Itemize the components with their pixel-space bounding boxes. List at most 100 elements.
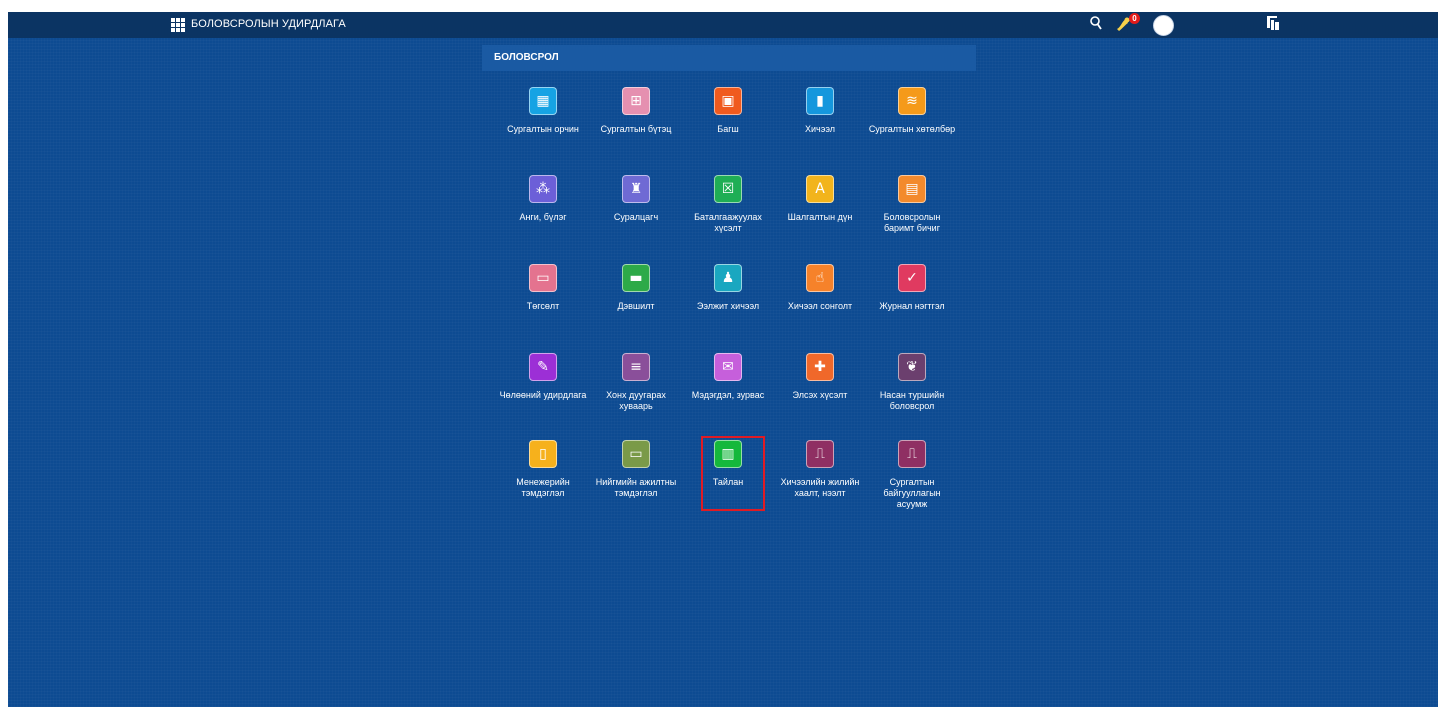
module-tile[interactable]: ▯ Менежерийн тэмдэглэл [497, 440, 589, 499]
icon-glyph: ▬ [629, 270, 643, 286]
org-chart-icon: ⊞ [622, 87, 650, 115]
module-tile-label: Хонх дуугарах хуваарь [606, 390, 666, 411]
module-tile[interactable]: ▣ Багш [682, 87, 774, 135]
icon-glyph: ⎍ [815, 446, 825, 462]
module-tile[interactable]: ≡ Хонх дуугарах хуваарь [590, 353, 682, 412]
module-tile[interactable]: ✎ Чөлөөний удирдлага [497, 353, 589, 401]
icon-glyph: ▯ [539, 446, 547, 462]
graduation-board-icon: ▭ [529, 264, 557, 292]
module-tile-label: Сургалтын байгууллагын асуумж [883, 477, 941, 509]
manager-note-icon: ▯ [529, 440, 557, 468]
icon-glyph: ✓ [906, 270, 918, 286]
section-header: БОЛОВСРОЛ [482, 45, 976, 71]
module-tile-label: Нийгмийн ажилтны тэмдэглэл [595, 477, 677, 498]
module-tile[interactable]: ≋ Сургалтын хөтөлбөр [866, 87, 958, 135]
module-tile[interactable]: ⎍ Сургалтын байгууллагын асуумж [866, 440, 958, 510]
module-tile-label: Багш [717, 124, 739, 134]
module-tile-label: Хичээл [805, 124, 835, 134]
module-tile-label: Баталгаажуулах хүсэлт [694, 212, 762, 233]
module-tile[interactable]: ✉ Мэдэгдэл, зурвас [682, 353, 774, 401]
enrollment-icon: ✚ [806, 353, 834, 381]
approval-icon: ☒ [714, 175, 742, 203]
module-tile-label: Сургалтын орчин [507, 124, 579, 134]
module-tile-label: Чөлөөний удирдлага [499, 390, 587, 400]
book-icon: ▮ [806, 87, 834, 115]
icon-glyph: A [815, 181, 825, 197]
selection-hand-icon: ☝ [806, 264, 834, 292]
module-tile[interactable]: ☒ Баталгаажуулах хүсэлт [682, 175, 774, 234]
door-exit-icon: ⎍ [806, 440, 834, 468]
module-tile[interactable]: ▬ Дэвшилт [590, 264, 682, 312]
icon-glyph: ✚ [814, 359, 826, 375]
module-tile[interactable]: ☝ Хичээл сонголт [774, 264, 866, 312]
icon-glyph: ✎ [537, 359, 549, 375]
module-tile-label: Элсэх хүсэлт [792, 390, 848, 400]
module-tile-label: Төгсөлт [526, 301, 560, 311]
icon-glyph: ▮ [816, 93, 824, 109]
promotion-board-icon: ▬ [622, 264, 650, 292]
reading-student-icon: ♟ [714, 264, 742, 292]
icon-glyph: ▭ [536, 270, 550, 286]
module-tile[interactable]: ▭ Нийгмийн ажилтны тэмдэглэл [590, 440, 682, 499]
module-tile[interactable]: ▦ Сургалтын орчин [497, 87, 589, 135]
module-tile-label: Хичээл сонголт [787, 301, 853, 311]
document-icon: ▤ [898, 175, 926, 203]
module-tile-label: Журнал нэгтгэл [879, 301, 945, 311]
section-title: БОЛОВСРОЛ [494, 52, 559, 63]
message-icon: ✉ [714, 353, 742, 381]
journal-check-icon: ✓ [898, 264, 926, 292]
social-worker-note-icon: ▭ [622, 440, 650, 468]
module-tile-label: Боловсролын баримт бичиг [883, 212, 941, 233]
app-frame: БОЛОВСРОЛЫН УДИРДЛАГА 0 БОЛОВСРОЛ ▦ Сург… [8, 12, 1438, 707]
module-tile[interactable]: ✚ Элсэх хүсэлт [774, 353, 866, 401]
module-tile[interactable]: ▤ Боловсролын баримт бичиг [866, 175, 958, 234]
module-tile[interactable]: ▮ Хичээл [774, 87, 866, 135]
avatar[interactable] [1153, 15, 1174, 36]
leave-edit-icon: ✎ [529, 353, 557, 381]
door-exit-icon: ⎍ [898, 440, 926, 468]
app-title: БОЛОВСРОЛЫН УДИРДЛАГА [191, 18, 346, 30]
notification-badge: 0 [1129, 13, 1140, 24]
module-tile[interactable]: ♜ Суралцагч [590, 175, 682, 223]
books-stack-icon: ≋ [898, 87, 926, 115]
module-tile-label: Дэвшилт [617, 301, 655, 311]
class-group-icon: ⁂ [529, 175, 557, 203]
module-tile-label: Насан туршийн боловсрол [879, 390, 945, 411]
module-tile-label: Сургалтын бүтэц [600, 124, 672, 134]
top-bar: БОЛОВСРОЛЫН УДИРДЛАГА 0 [8, 12, 1438, 38]
module-tile[interactable]: ⁂ Анги, бүлэг [497, 175, 589, 223]
module-tile[interactable]: ❦ Насан туршийн боловсрол [866, 353, 958, 412]
icon-glyph: ▦ [536, 93, 550, 109]
icon-glyph: ☒ [721, 181, 735, 197]
module-tile-label: Анги, бүлэг [519, 212, 567, 222]
module-tile[interactable]: ⎍ Хичээлийн жилийн хаалт, нээлт [774, 440, 866, 499]
icon-glyph: ⊞ [630, 93, 642, 109]
icon-glyph: ▤ [905, 181, 919, 197]
icon-glyph: ⁂ [536, 181, 550, 197]
module-tile-label: Мэдэгдэл, зурвас [691, 390, 765, 400]
icon-glyph: ❦ [906, 359, 918, 375]
icon-glyph: ▣ [721, 93, 735, 109]
icon-glyph: ⎍ [907, 446, 917, 462]
bell-schedule-icon: ≡ [622, 353, 650, 381]
module-tile[interactable]: ♟ Ээлжит хичээл [682, 264, 774, 312]
icon-glyph: ☝ [815, 270, 825, 286]
icon-glyph: ▭ [629, 446, 643, 462]
module-tile-label: Ээлжит хичээл [696, 301, 760, 311]
search-icon[interactable] [1089, 15, 1103, 38]
module-tile-label: Суралцагч [613, 212, 659, 222]
exam-grade-icon: A [806, 175, 834, 203]
module-tile-label: Менежерийн тэмдэглэл [516, 477, 570, 498]
module-tile[interactable]: ▭ Төгсөлт [497, 264, 589, 312]
icon-glyph: ♜ [629, 181, 643, 197]
lifelong-learning-icon: ❦ [898, 353, 926, 381]
windows-stack-icon[interactable] [1266, 15, 1280, 36]
module-tile[interactable]: A Шалгалтын дүн [774, 175, 866, 223]
icon-glyph: ≋ [906, 93, 918, 109]
module-tile[interactable]: ⊞ Сургалтын бүтэц [590, 87, 682, 135]
building-icon: ▦ [529, 87, 557, 115]
icon-glyph: ✉ [722, 359, 734, 375]
module-tile-label: Хичээлийн жилийн хаалт, нээлт [780, 477, 860, 498]
apps-grid-icon[interactable] [171, 18, 185, 32]
module-tile[interactable]: ✓ Журнал нэгтгэл [866, 264, 958, 312]
